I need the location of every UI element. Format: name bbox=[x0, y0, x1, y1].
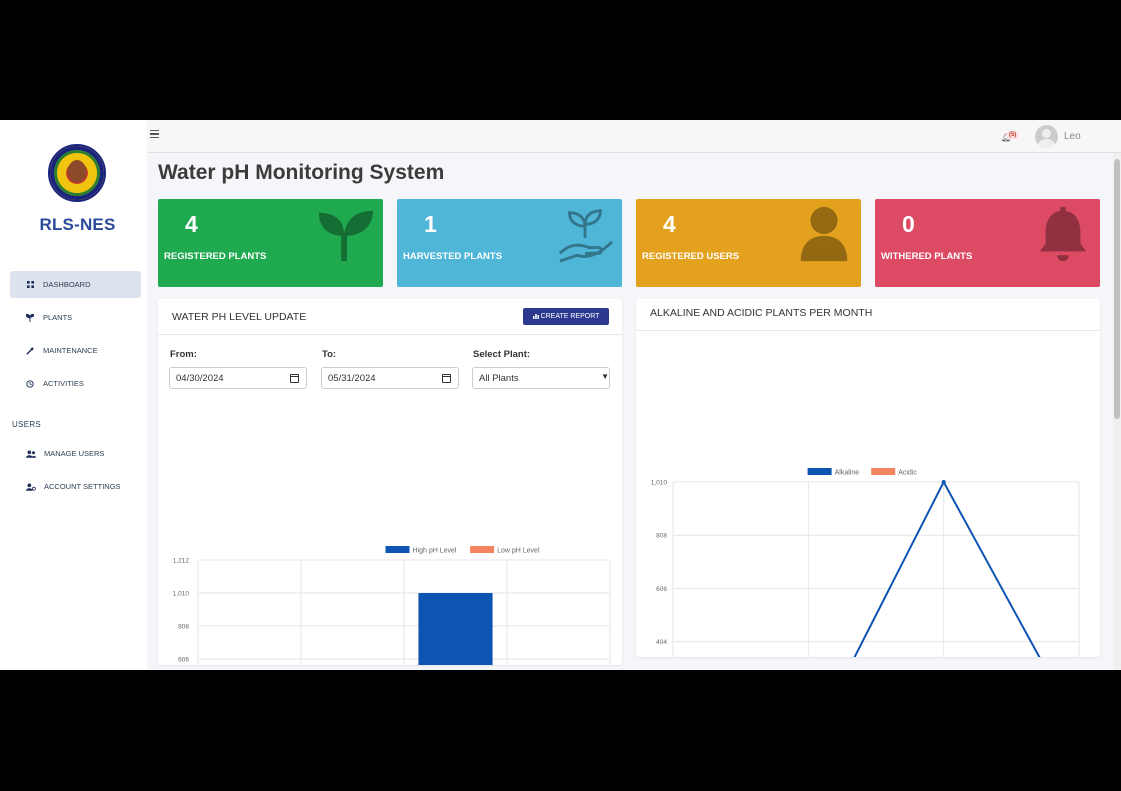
legend-swatch bbox=[385, 546, 410, 553]
legend-swatch bbox=[470, 546, 495, 553]
water-ph-panel: WATER PH LEVEL UPDATE CREATE REPORT From… bbox=[158, 299, 622, 665]
panel-header: WATER PH LEVEL UPDATE CREATE REPORT bbox=[158, 299, 622, 335]
y-tick-label: 1,010 bbox=[173, 591, 190, 598]
panel-header: ALKALINE AND ACIDIC PLANTS PER MONTH bbox=[636, 299, 1100, 331]
bell-icon bbox=[1039, 206, 1087, 262]
y-tick-label: 1,212 bbox=[173, 558, 190, 565]
legend-label: Alkaline bbox=[835, 470, 860, 477]
user-icon bbox=[800, 206, 848, 262]
select-plant-label: Select Plant: bbox=[473, 349, 531, 360]
sidebar-item-manage-users[interactable]: MANAGE USERS bbox=[10, 440, 141, 467]
page-scrollbar[interactable] bbox=[1113, 153, 1121, 670]
stat-label: WITHERED PLANTS bbox=[881, 251, 973, 262]
to-label: To: bbox=[322, 349, 337, 360]
stat-label: HARVESTED PLANTS bbox=[403, 251, 503, 262]
legend-label: Low pH Level bbox=[497, 548, 540, 555]
sidebar-item-label: MAINTENANCE bbox=[43, 346, 98, 355]
stat-card-withered-plants[interactable]: 0 WITHERED PLANTS bbox=[875, 199, 1100, 287]
series-point-alkaline bbox=[941, 480, 946, 484]
sidebar-item-label: MANAGE USERS bbox=[44, 449, 105, 458]
y-tick-label: 808 bbox=[656, 533, 667, 540]
sidebar-item-label: DASHBOARD bbox=[43, 280, 91, 289]
users-icon bbox=[26, 449, 36, 459]
y-tick-label: 808 bbox=[178, 624, 189, 631]
top-navbar: 🔔︎ (5) Leo bbox=[147, 120, 1121, 153]
create-report-button[interactable]: CREATE REPORT bbox=[523, 308, 609, 325]
user-cog-icon bbox=[26, 482, 36, 492]
dashboard-icon bbox=[25, 280, 35, 290]
sidebar-item-plants[interactable]: PLANTS bbox=[10, 304, 141, 331]
alkaline-acidic-line-chart: AlkalineAcidic02024046068081,010PechayLe… bbox=[651, 468, 1080, 657]
stat-card-registered-plants[interactable]: 4 REGISTERED PLANTS bbox=[158, 199, 383, 287]
y-tick-label: 606 bbox=[178, 657, 189, 664]
username[interactable]: Leo bbox=[1064, 131, 1081, 142]
stat-card-harvested-plants[interactable]: 1 HARVESTED PLANTS bbox=[397, 199, 622, 287]
sidebar-item-maintenance[interactable]: MAINTENANCE bbox=[10, 337, 141, 364]
y-tick-label: 606 bbox=[656, 586, 667, 593]
plant-icon bbox=[25, 313, 35, 323]
legend-swatch bbox=[807, 468, 832, 475]
legend-swatch bbox=[871, 468, 896, 475]
sidebar-item-account-settings[interactable]: ACCOUNT SETTINGS bbox=[10, 473, 141, 500]
notification-badge[interactable]: (5) bbox=[1006, 131, 1020, 139]
users-section-header: USERS bbox=[12, 420, 42, 429]
chart-icon bbox=[532, 313, 539, 321]
app-screen: RLS-NES DASHBOARD PLANTS MAINTENANCE ACT… bbox=[0, 120, 1121, 670]
create-report-label: CREATE REPORT bbox=[540, 313, 600, 320]
stat-label: REGISTERED USERS bbox=[642, 251, 740, 262]
sidebar-item-label: ACCOUNT SETTINGS bbox=[44, 482, 121, 491]
hand-holding-plant-icon bbox=[558, 209, 614, 263]
brand-name: RLS-NES bbox=[39, 215, 116, 234]
wrench-icon bbox=[25, 346, 35, 356]
bar-high-ph bbox=[418, 593, 493, 665]
stat-value: 0 bbox=[902, 211, 915, 237]
y-tick-label: 404 bbox=[656, 639, 667, 646]
panel-title: WATER PH LEVEL UPDATE bbox=[172, 311, 307, 323]
stat-value: 4 bbox=[663, 211, 676, 237]
scrollbar-thumb[interactable] bbox=[1114, 159, 1120, 419]
stat-value: 1 bbox=[424, 211, 437, 237]
sidebar-item-label: PLANTS bbox=[43, 313, 73, 322]
seedling-icon bbox=[318, 210, 374, 262]
sidebar-item-activities[interactable]: ACTIVITIES bbox=[10, 370, 141, 397]
legend-label: High pH Level bbox=[413, 548, 457, 555]
sidebar-item-dashboard[interactable]: DASHBOARD bbox=[10, 271, 141, 298]
alkaline-acidic-panel: ALKALINE AND ACIDIC PLANTS PER MONTH Alk… bbox=[636, 299, 1100, 657]
series-line-alkaline bbox=[853, 479, 1041, 657]
ph-bar-chart: High pH LevelLow pH Level02024046068081,… bbox=[173, 546, 611, 665]
sidebar: RLS-NES DASHBOARD PLANTS MAINTENANCE ACT… bbox=[0, 120, 147, 670]
stat-label: REGISTERED PLANTS bbox=[164, 251, 267, 262]
avatar[interactable] bbox=[1035, 125, 1058, 148]
school-logo bbox=[48, 144, 106, 202]
menu-toggle-icon[interactable] bbox=[150, 130, 159, 138]
page-title: Water pH Monitoring System bbox=[158, 161, 445, 184]
stat-card-registered-users[interactable]: 4 REGISTERED USERS bbox=[636, 199, 861, 287]
panel-title: ALKALINE AND ACIDIC PLANTS PER MONTH bbox=[650, 307, 873, 319]
legend-label: Acidic bbox=[898, 470, 917, 477]
y-tick-label: 1,010 bbox=[651, 480, 668, 487]
from-label: From: bbox=[170, 349, 197, 360]
sidebar-item-label: ACTIVITIES bbox=[43, 379, 84, 388]
stat-value: 4 bbox=[185, 211, 198, 237]
history-icon bbox=[25, 379, 35, 389]
